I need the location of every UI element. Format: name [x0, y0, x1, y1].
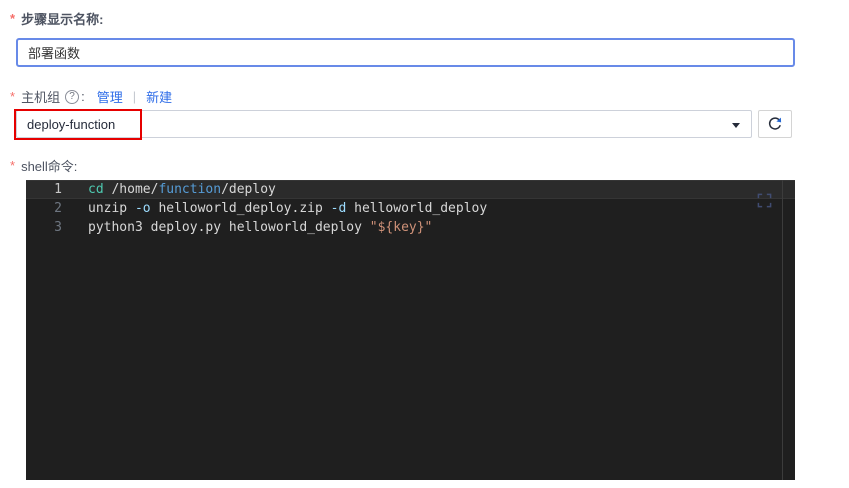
refresh-button[interactable] [758, 110, 792, 138]
step-name-input[interactable] [16, 38, 795, 67]
code-line-text: python3 deploy.py helloworld_deploy "${k… [88, 220, 433, 235]
new-link[interactable]: 新建 [146, 87, 172, 106]
deploy-step-form: * 步骤显示名称: * 主机组 ? : 管理 | 新建 deploy-funct… [0, 0, 849, 488]
link-divider: | [132, 89, 137, 104]
editor-line[interactable]: 2 unzip -o helloworld_deploy.zip -d hello… [26, 199, 795, 218]
help-icon[interactable]: ? [65, 89, 80, 104]
shell-code-editor[interactable]: 1 cd /home/function/deploy 2 unzip -o hello… [26, 180, 795, 480]
step-name-label: * 步骤显示名称: [10, 9, 103, 28]
line-number: 2 [54, 201, 62, 216]
editor-line[interactable]: 3 python3 deploy.py helloworld_deploy "${… [26, 218, 795, 237]
line-number: 3 [54, 220, 62, 235]
shell-command-label-text: shell命令: [21, 159, 78, 174]
step-name-label-text: 步骤显示名称: [21, 12, 104, 27]
host-group-select[interactable]: deploy-function [14, 109, 752, 140]
editor-line[interactable]: 1 cd /home/function/deploy [26, 180, 795, 199]
chevron-down-icon [732, 123, 740, 128]
required-marker: * [10, 11, 16, 26]
code-line-text: unzip -o helloworld_deploy.zip -d hellow… [88, 201, 488, 216]
code-line-text: cd /home/function/deploy [88, 182, 276, 197]
editor-scrollbar-divider[interactable] [782, 180, 783, 480]
host-group-selected-value: deploy-function [27, 116, 116, 132]
line-number: 1 [54, 182, 62, 197]
shell-command-label: * shell命令: [10, 156, 77, 175]
required-marker: * [10, 158, 16, 173]
refresh-icon [768, 117, 782, 130]
host-group-label: * 主机组 ? : 管理 | 新建 [10, 87, 172, 106]
manage-link[interactable]: 管理 [97, 87, 123, 106]
label-colon: : [81, 89, 85, 104]
editor-lines: 1 cd /home/function/deploy 2 unzip -o hello… [26, 180, 795, 237]
required-marker: * [10, 89, 16, 104]
host-group-label-text: 主机组 [21, 90, 61, 105]
fullscreen-expand-icon[interactable] [757, 193, 772, 208]
